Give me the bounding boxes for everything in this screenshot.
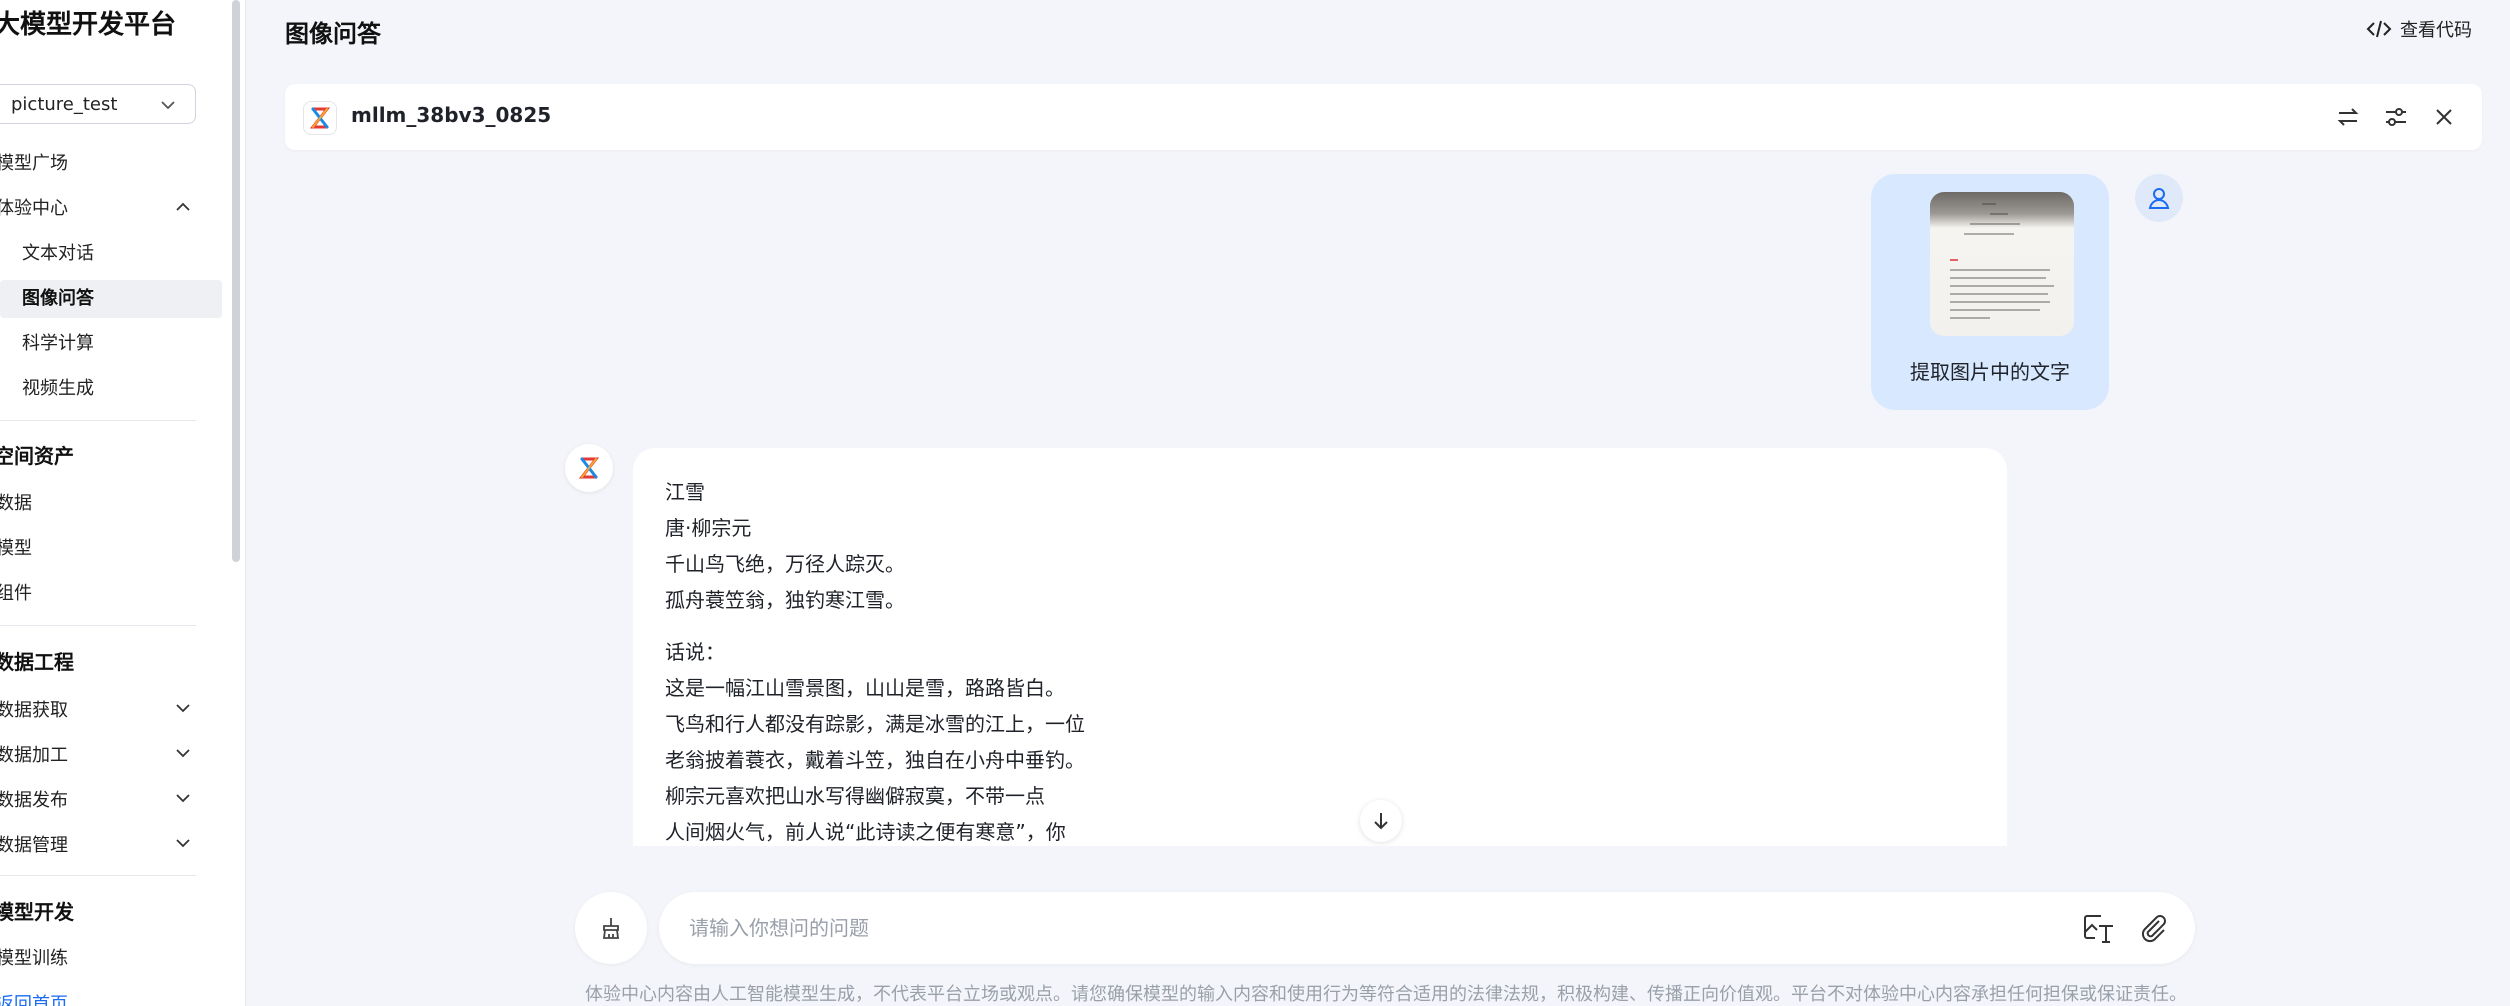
- answer-line: 孤舟蓑笠翁，独钓寒江雪。: [665, 588, 905, 612]
- answer-line: 话说：: [665, 640, 725, 664]
- question-input[interactable]: [689, 910, 2069, 946]
- answer-line: 江雪: [665, 480, 705, 504]
- sidebar-divider: [0, 625, 196, 626]
- paperclip-icon[interactable]: [2137, 912, 2171, 944]
- broom-icon: [602, 918, 620, 939]
- user-icon: [2135, 174, 2183, 222]
- back-home-link[interactable]: 返回首页: [0, 990, 68, 1006]
- chevron-down-icon[interactable]: [174, 744, 192, 762]
- sidebar-item-data[interactable]: 数据: [0, 489, 32, 515]
- chevron-down-icon[interactable]: [174, 789, 192, 807]
- close-icon[interactable]: [2431, 104, 2457, 130]
- sidebar-item-component[interactable]: 组件: [0, 579, 32, 605]
- uploaded-image-thumbnail[interactable]: [1930, 192, 2074, 336]
- sidebar-item-data-manage[interactable]: 数据管理: [0, 831, 68, 857]
- chevron-down-icon: [161, 101, 175, 110]
- code-icon: [2366, 20, 2392, 38]
- sidebar-item-image-qa[interactable]: 图像问答: [22, 284, 94, 310]
- chevron-down-icon[interactable]: [174, 699, 192, 717]
- assistant-message: 江雪 唐·柳宗元 千山鸟飞绝，万径人踪灭。 孤舟蓑笠翁，独钓寒江雪。 话说： 这…: [633, 448, 2007, 846]
- user-message: 提取图片中的文字: [1871, 174, 2109, 410]
- sidebar-scrollbar[interactable]: [232, 0, 240, 562]
- answer-line: 唐·柳宗元: [665, 516, 752, 540]
- sliders-icon[interactable]: [2383, 104, 2409, 130]
- sidebar-item-experience-center[interactable]: 体验中心: [0, 194, 68, 220]
- user-question-text: 提取图片中的文字: [1910, 360, 2070, 384]
- page-title: 图像问答: [285, 20, 381, 48]
- sidebar-divider: [0, 420, 196, 421]
- answer-line: 老翁披着蓑衣，戴着斗笠，独自在小舟中垂钓。: [665, 748, 1085, 772]
- sidebar-item-model[interactable]: 模型: [0, 534, 32, 560]
- platform-title: 大模型开发平台: [0, 10, 177, 40]
- sidebar-item-data-publish[interactable]: 数据发布: [0, 786, 68, 812]
- sidebar: 大模型开发平台 picture_test 模型广场 体验中心 文本对话 图像问答…: [0, 0, 246, 1006]
- sidebar-divider: [0, 875, 196, 876]
- model-bar: mllm_38bv3_0825: [285, 84, 2482, 150]
- project-select[interactable]: picture_test: [0, 84, 196, 124]
- chat-area[interactable]: 提取图片中的文字 江雪 唐·柳宗元 千山鸟飞绝，万径人踪灭。 孤舟蓑笠翁，独钓寒…: [247, 160, 2510, 846]
- project-select-value: picture_test: [11, 93, 118, 115]
- question-input-box[interactable]: [659, 892, 2195, 964]
- sidebar-item-model-square[interactable]: 模型广场: [0, 149, 68, 175]
- sidebar-item-video-gen[interactable]: 视频生成: [22, 374, 94, 400]
- sidebar-section-data-engineering: 数据工程: [0, 650, 74, 674]
- sidebar-section-space-assets: 空间资产: [0, 444, 74, 468]
- model-name: mllm_38bv3_0825: [351, 103, 552, 127]
- sidebar-item-data-acquire[interactable]: 数据获取: [0, 696, 68, 722]
- sidebar-item-text-chat[interactable]: 文本对话: [22, 239, 94, 265]
- answer-line: 柳宗元喜欢把山水写得幽僻寂寞，不带一点: [665, 784, 1045, 808]
- clear-chat-button[interactable]: [575, 892, 647, 964]
- image-text-icon[interactable]: [2081, 912, 2115, 944]
- answer-line: 人间烟火气，前人说“此诗读之便有寒意”，你: [665, 820, 1066, 844]
- handwriting-image: [1950, 203, 2054, 319]
- arrow-down-icon: [1374, 813, 1388, 830]
- answer-line: 这是一幅江山雪景图，山山是雪，路路皆白。: [665, 676, 1065, 700]
- model-logo-icon: [303, 101, 337, 135]
- sidebar-item-data-process[interactable]: 数据加工: [0, 741, 68, 767]
- sidebar-item-science-calc[interactable]: 科学计算: [22, 329, 94, 355]
- assistant-logo-icon: [565, 444, 613, 492]
- chevron-down-icon[interactable]: [174, 834, 192, 852]
- swap-icon[interactable]: [2335, 104, 2361, 130]
- main-area: 图像问答 查看代码 mllm_38bv3_0825 提取图片中的文字 江雪 唐·…: [247, 0, 2510, 1006]
- disclaimer-text: 体验中心内容由人工智能模型生成，不代表平台立场或观点。请您确保模型的输入内容和使…: [585, 984, 2187, 1005]
- sidebar-item-model-train[interactable]: 模型训练: [0, 944, 68, 970]
- answer-line: 飞鸟和行人都没有踪影，满是冰雪的江上，一位: [665, 712, 1085, 736]
- chevron-up-icon[interactable]: [174, 198, 192, 216]
- view-code-label: 查看代码: [2400, 20, 2472, 41]
- scroll-to-bottom-button[interactable]: [1360, 800, 1402, 842]
- answer-line: 千山鸟飞绝，万径人踪灭。: [665, 552, 905, 576]
- view-code-button[interactable]: 查看代码: [2366, 16, 2472, 42]
- sidebar-section-model-dev: 模型开发: [0, 900, 74, 924]
